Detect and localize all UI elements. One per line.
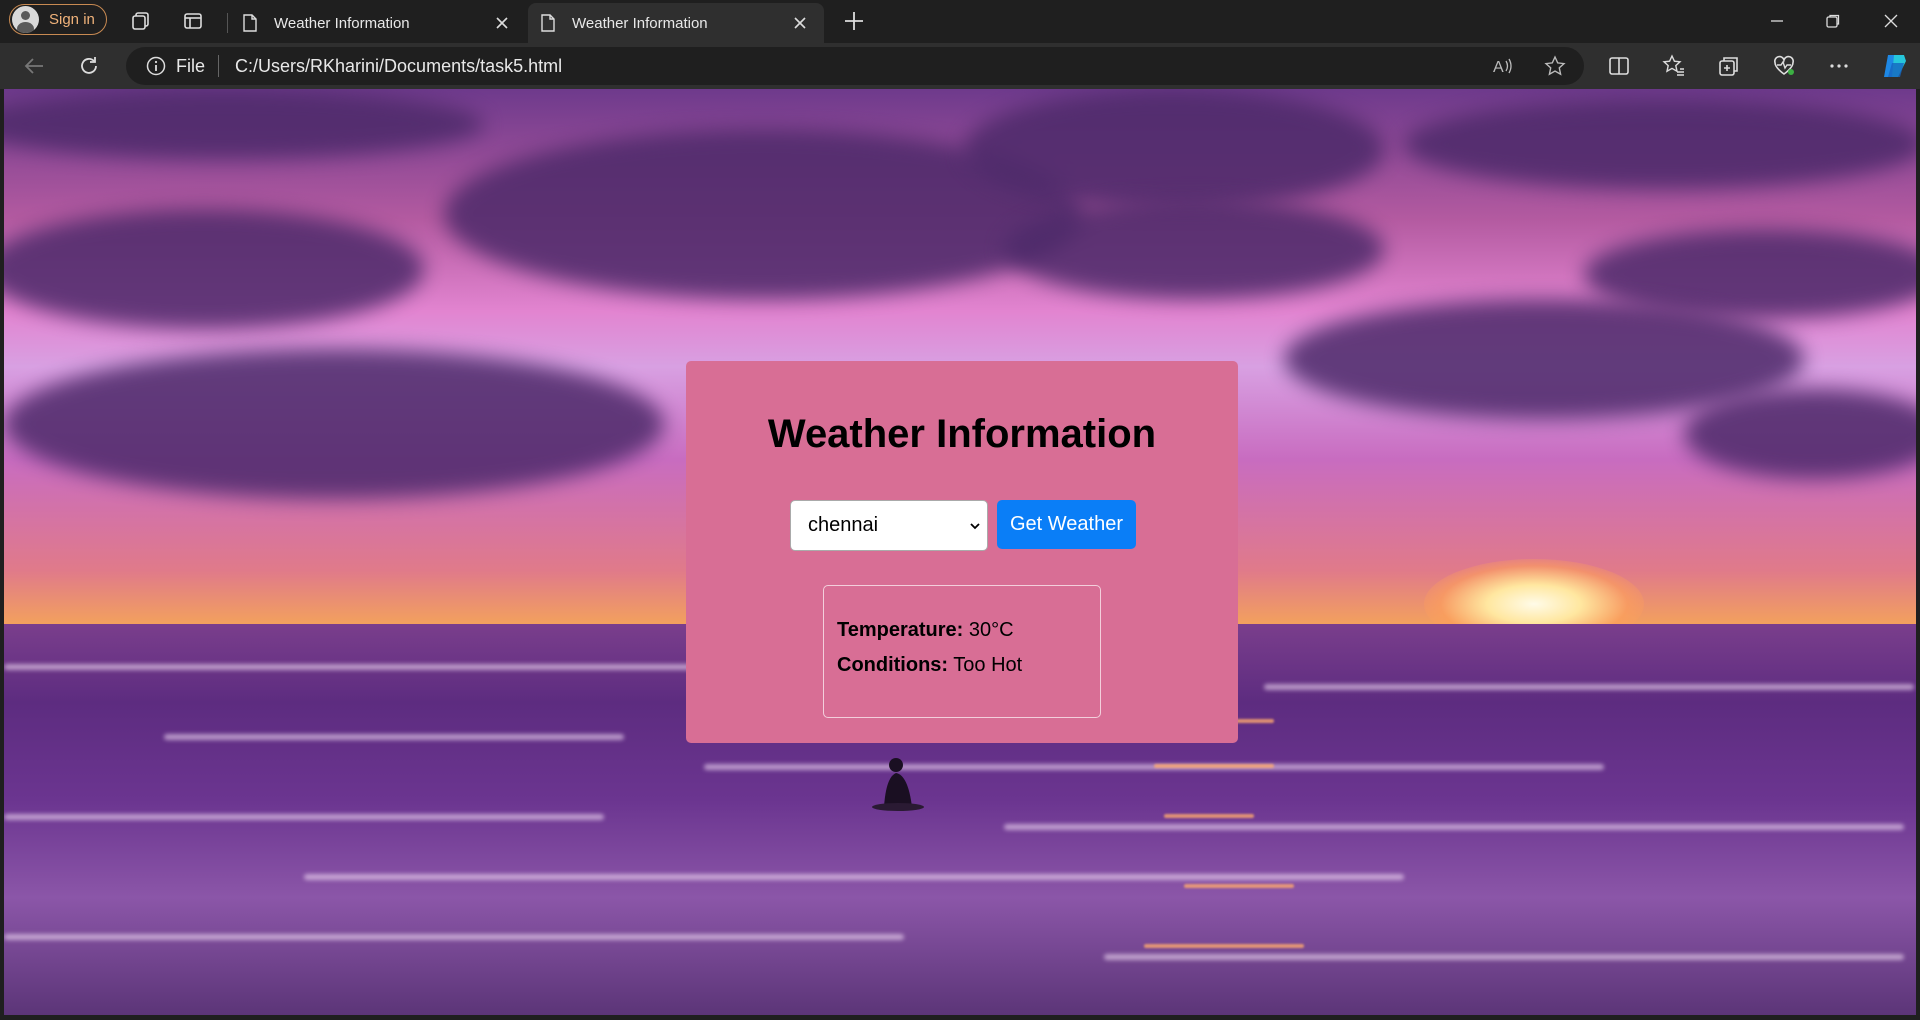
weather-card: Weather Information chennai Get Weather … (686, 361, 1238, 743)
conditions-value: Too Hot (953, 654, 1023, 676)
scheme-label: File (176, 55, 206, 76)
tab-separator (227, 13, 228, 33)
tab-weather-information-1[interactable]: Weather Information (230, 3, 526, 43)
tab-title: Weather Information (274, 14, 410, 32)
close-tab-icon[interactable] (492, 13, 512, 33)
sign-in-button[interactable]: Sign in (9, 4, 107, 35)
tab-strip: Sign in Weather Information Weather Info… (0, 0, 1920, 43)
page-icon (243, 14, 257, 32)
info-icon[interactable] (146, 56, 166, 76)
page-title: Weather Information (767, 412, 1157, 456)
sign-in-label: Sign in (49, 11, 95, 28)
address-bar[interactable]: File C:/Users/RKharini/Documents/task5.h… (126, 47, 1584, 85)
copilot-icon[interactable] (1880, 51, 1910, 81)
temperature-value: 30°C (968, 619, 1014, 641)
page-viewport: Weather Information chennai Get Weather … (4, 89, 1916, 1015)
refresh-icon[interactable] (77, 54, 101, 78)
more-options-icon[interactable] (1827, 54, 1851, 78)
read-aloud-icon[interactable]: A (1491, 55, 1513, 77)
favorites-icon[interactable] (1662, 54, 1686, 78)
back-arrow-icon[interactable] (22, 54, 46, 78)
url-text[interactable]: C:/Users/RKharini/Documents/task5.html (235, 56, 562, 77)
page-icon (541, 14, 555, 32)
surfer-silhouette (872, 758, 924, 811)
workspaces-icon[interactable] (130, 10, 152, 32)
minimize-icon[interactable] (1763, 8, 1791, 34)
new-tab-icon[interactable] (842, 9, 866, 33)
temperature-label: Temperature: (837, 619, 964, 641)
split-screen-icon[interactable] (1607, 54, 1631, 78)
chevron-down-icon (970, 522, 980, 529)
get-weather-button[interactable]: Get Weather (997, 500, 1136, 549)
close-tab-icon[interactable] (790, 13, 810, 33)
city-select[interactable]: chennai (790, 500, 988, 551)
conditions-row: Conditions: Too Hot (837, 654, 1022, 677)
svg-text:A: A (1493, 59, 1504, 76)
navigation-bar: File C:/Users/RKharini/Documents/task5.h… (0, 43, 1920, 89)
city-select-value: chennai (808, 514, 879, 536)
tab-actions-icon[interactable] (182, 10, 204, 32)
address-divider (218, 55, 220, 77)
browser-essentials-icon[interactable] (1772, 54, 1796, 78)
tab-title: Weather Information (572, 14, 708, 32)
weather-result-panel: Temperature: 30°C Conditions: Too Hot (823, 585, 1101, 718)
tab-weather-information-2[interactable]: Weather Information (528, 3, 824, 43)
restore-icon[interactable] (1819, 8, 1847, 34)
close-window-icon[interactable] (1877, 8, 1905, 34)
collections-icon[interactable] (1717, 54, 1741, 78)
conditions-label: Conditions: (837, 654, 949, 676)
favorite-star-icon[interactable] (1544, 55, 1566, 77)
temperature-row: Temperature: 30°C (837, 619, 1014, 642)
avatar (12, 6, 39, 33)
